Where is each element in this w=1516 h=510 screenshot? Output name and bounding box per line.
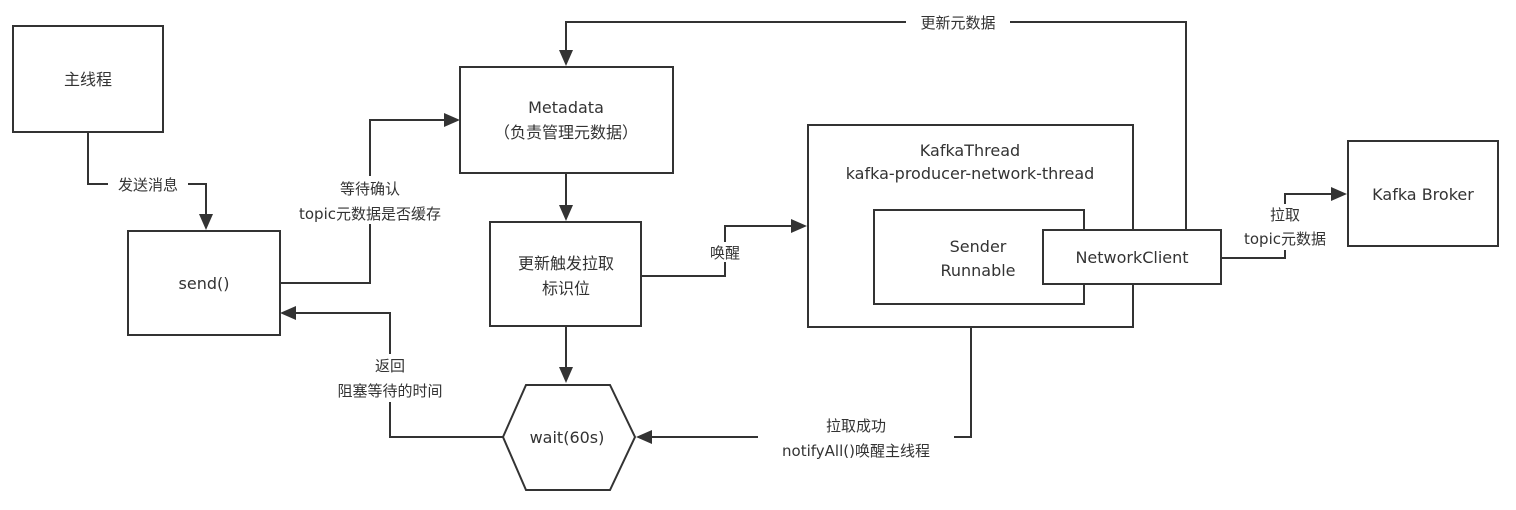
metadata-title: Metadata [528, 98, 604, 117]
edge-label-notify-all: notifyAll()唤醒主线程 [782, 442, 930, 460]
edge-label-fetch-success: 拉取成功 [826, 417, 886, 435]
edge-label-wake-up: 唤醒 [710, 244, 740, 262]
node-main-thread: 主线程 [12, 25, 164, 133]
metadata-subtitle: （负责管理元数据） [494, 123, 638, 142]
edge-label-send-message: 发送消息 [118, 176, 178, 194]
edge-label-wait-confirm: 等待确认 [340, 180, 400, 198]
node-update-flag: 更新触发拉取 标识位 [489, 221, 642, 327]
node-metadata: Metadata （负责管理元数据） [459, 66, 674, 174]
edge-send-message: 发送消息 [87, 132, 213, 230]
edge-label-topic-metadata: topic元数据 [1244, 230, 1326, 248]
wait-label: wait(60s) [530, 428, 605, 447]
network-client-label: NetworkClient [1075, 248, 1188, 267]
edge-label-fetch: 拉取 [1270, 206, 1300, 224]
update-flag-line2: 标识位 [542, 279, 590, 298]
node-send: send() [127, 230, 281, 336]
node-kafka-broker: Kafka Broker [1347, 140, 1499, 247]
send-label: send() [179, 274, 230, 293]
kafka-thread-name: kafka-producer-network-thread [846, 164, 1095, 183]
edge-fetch-success: 拉取成功 notifyAll()唤醒主线程 [636, 328, 972, 462]
edge-flag-to-wait [559, 326, 573, 383]
edge-label-blocking-time: 阻塞等待的时间 [337, 382, 442, 400]
kafka-thread-title: KafkaThread [920, 141, 1020, 160]
node-wait: wait(60s) [501, 384, 637, 491]
diagram-canvas: 发送消息 等待确认 topic元数据是否缓存 唤醒 更新元数据 拉取 topic… [12, 12, 1499, 491]
edge-fetch-topic: 拉取 topic元数据 [1221, 187, 1347, 259]
kafka-broker-label: Kafka Broker [1372, 185, 1474, 204]
main-thread-label: 主线程 [64, 70, 112, 89]
sender-label: Sender [950, 237, 1007, 256]
edge-label-update-metadata: 更新元数据 [920, 14, 995, 32]
update-flag-line1: 更新触发拉取 [518, 254, 614, 273]
edge-wait-confirm: 等待确认 topic元数据是否缓存 [280, 113, 460, 284]
node-network-client: NetworkClient [1042, 229, 1222, 285]
edge-metadata-to-flag [559, 174, 573, 221]
runnable-label: Runnable [940, 261, 1015, 280]
edge-label-topic-cached: topic元数据是否缓存 [299, 205, 441, 223]
edge-wake-up: 唤醒 [641, 219, 807, 277]
edge-label-return: 返回 [375, 357, 405, 375]
edge-return-wait: 返回 阻塞等待的时间 [280, 306, 503, 438]
